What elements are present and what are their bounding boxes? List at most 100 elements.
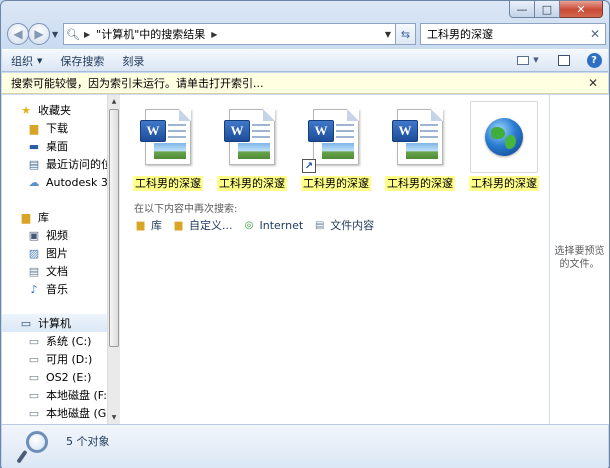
recent-pages-chevron-icon[interactable]: ▼ bbox=[52, 30, 58, 39]
help-button[interactable]: ? bbox=[586, 52, 602, 68]
search-again-internet[interactable]: ◎ Internet bbox=[243, 219, 304, 232]
address-dropdown-icon[interactable]: ▼ bbox=[385, 30, 391, 39]
sidebar-item-favorites[interactable]: ★ 收藏夹 bbox=[19, 101, 71, 119]
file-thumbnail: W bbox=[386, 101, 454, 173]
preview-placeholder-line: 选择要预览 bbox=[554, 246, 605, 257]
forward-button[interactable]: ▶ bbox=[28, 23, 50, 45]
view-controls: ▼ ? bbox=[514, 52, 602, 68]
search-input[interactable]: 工科男的深邃 ✕ bbox=[420, 23, 606, 45]
file-item[interactable]: W 工科男的深邃 bbox=[214, 101, 290, 193]
search-again-label-text: 自定义... bbox=[189, 219, 233, 232]
sidebar-item-label: 收藏夹 bbox=[38, 104, 71, 117]
sidebar-item-drive-d[interactable]: ▭ 可用 (D:) bbox=[27, 350, 92, 368]
save-search-button[interactable]: 保存搜索 bbox=[51, 53, 113, 69]
search-results-icon: 🔍︎ bbox=[66, 27, 80, 41]
sidebar-item-desktop[interactable]: ▬ 桌面 bbox=[27, 137, 68, 155]
file-thumbnail bbox=[470, 101, 538, 173]
star-icon: ★ bbox=[21, 103, 31, 117]
burn-button[interactable]: 刻录 bbox=[113, 53, 153, 69]
close-icon[interactable]: ✕ bbox=[588, 76, 598, 90]
sidebar-item-computer[interactable]: ▭ 计算机 bbox=[2, 314, 108, 332]
sidebar-item-label: 计算机 bbox=[38, 317, 71, 330]
search-again-file-contents[interactable]: ▤ 文件内容 bbox=[313, 217, 374, 233]
word-document-icon: W bbox=[392, 109, 443, 165]
sidebar-item-documents[interactable]: ▤ 文档 bbox=[27, 262, 68, 280]
index-info-bar[interactable]: 搜索可能较慢，因为索引未运行。请单击打开索引... ✕ bbox=[2, 73, 608, 94]
details-pane: 5 个对象 bbox=[2, 424, 608, 468]
file-name: 工科男的深邃 bbox=[469, 176, 539, 191]
search-again-libraries[interactable]: ▆ 库 bbox=[134, 217, 162, 233]
sidebar-item-recent[interactable]: ▤ 最近访问的位置 bbox=[27, 155, 108, 173]
breadcrumb[interactable]: "计算机"中的搜索结果 bbox=[96, 26, 205, 42]
library-icon: ▆ bbox=[136, 219, 145, 231]
sidebar-item-music[interactable]: ♪ 音乐 bbox=[27, 280, 68, 298]
breadcrumb-separator-icon[interactable]: ▶ bbox=[84, 30, 90, 39]
computer-icon: ▭ bbox=[20, 316, 32, 330]
explorer-window: — □ ✕ ◀ ▶ ▼ 🔍︎ ▶ "计算机"中的搜索结果 ▶ ▼ ⇆ 工科男的深… bbox=[0, 0, 610, 468]
sidebar-item-libraries[interactable]: ▆ 库 bbox=[19, 208, 49, 226]
scroll-up-icon[interactable]: ▲ bbox=[108, 95, 120, 108]
file-name: 工科男的深邃 bbox=[217, 176, 287, 191]
custom-folder-icon: ▆ bbox=[174, 219, 183, 231]
sidebar-item-label: 图片 bbox=[46, 247, 68, 260]
sidebar-item-downloads[interactable]: ▆ 下载 bbox=[27, 119, 68, 137]
sidebar-item-videos[interactable]: ▣ 视频 bbox=[27, 226, 68, 244]
sidebar-item-label: 最近访问的位置 bbox=[46, 158, 108, 171]
maximize-button[interactable]: □ bbox=[535, 1, 560, 18]
clear-search-icon[interactable]: ✕ bbox=[590, 27, 600, 41]
back-button[interactable]: ◀ bbox=[7, 23, 29, 45]
drive-icon: ▭ bbox=[28, 334, 40, 348]
video-icon: ▣ bbox=[28, 228, 40, 242]
sidebar-item-label: 文档 bbox=[46, 265, 68, 278]
organize-button[interactable]: 组织 ▼ bbox=[2, 53, 51, 69]
navigation-pane: ★ 收藏夹 ▆ 下载 ▬ 桌面 ▤ 最近访问的位置 ☁ Autodesk 360… bbox=[2, 95, 108, 424]
navigation-bar: ◀ ▶ ▼ 🔍︎ ▶ "计算机"中的搜索结果 ▶ ▼ ⇆ 工科男的深邃 ✕ bbox=[5, 22, 606, 46]
views-icon bbox=[517, 55, 530, 65]
chevron-down-icon: ▼ bbox=[37, 56, 43, 65]
chevron-down-icon: ▼ bbox=[533, 56, 539, 64]
preview-pane-button[interactable] bbox=[556, 52, 572, 68]
music-icon: ♪ bbox=[30, 282, 38, 296]
file-name: 工科男的深邃 bbox=[301, 176, 371, 191]
scrollbar-thumb[interactable] bbox=[109, 109, 119, 347]
search-again-custom[interactable]: ▆ 自定义... bbox=[172, 217, 233, 233]
address-bar[interactable]: 🔍︎ ▶ "计算机"中的搜索结果 ▶ ▼ bbox=[63, 23, 396, 45]
file-item[interactable]: W 工科男的深邃 bbox=[130, 101, 206, 193]
breadcrumb-separator-icon[interactable]: ▶ bbox=[211, 30, 217, 39]
search-again-label-text: Internet bbox=[259, 218, 304, 232]
navigation-scrollbar[interactable]: ▲ ▼ bbox=[107, 95, 120, 424]
caption-buttons: — □ ✕ bbox=[509, 1, 603, 18]
sidebar-item-pictures[interactable]: ▨ 图片 bbox=[27, 244, 68, 262]
sidebar-item-autodesk[interactable]: ☁ Autodesk 360 bbox=[27, 173, 109, 191]
search-results-pane: W 工科男的深邃 W 工科男的深邃 W ↗ 工科男的深邃 W 工科男的深邃 工科… bbox=[120, 95, 549, 424]
close-button[interactable]: ✕ bbox=[560, 1, 603, 18]
sidebar-item-drive-c[interactable]: ▭ 系统 (C:) bbox=[27, 332, 92, 350]
file-item[interactable]: W 工科男的深邃 bbox=[382, 101, 458, 193]
desktop-icon: ▬ bbox=[28, 139, 40, 153]
preview-pane-icon bbox=[558, 54, 570, 66]
sidebar-item-label: 视频 bbox=[46, 229, 68, 242]
sidebar-item-drive-f[interactable]: ▭ 本地磁盘 (F:) bbox=[27, 386, 108, 404]
search-again-label-text: 文件内容 bbox=[330, 219, 375, 232]
file-content-icon: ▤ bbox=[314, 219, 325, 231]
sidebar-item-drive-e[interactable]: ▭ OS2 (E:) bbox=[27, 368, 92, 386]
sidebar-item-label: 本地磁盘 (F:) bbox=[46, 389, 108, 402]
preview-placeholder-line: 的文件。 bbox=[559, 259, 600, 270]
minimize-button[interactable]: — bbox=[509, 1, 535, 18]
info-bar-message: 搜索可能较慢，因为索引未运行。请单击打开索引... bbox=[11, 77, 264, 90]
recent-places-icon: ▤ bbox=[28, 157, 40, 171]
scroll-down-icon[interactable]: ▼ bbox=[108, 411, 120, 424]
documents-icon: ▤ bbox=[28, 264, 40, 278]
drive-icon: ▭ bbox=[28, 406, 40, 420]
refresh-button[interactable]: ⇆ bbox=[396, 23, 416, 45]
file-item[interactable]: 工科男的深邃 bbox=[466, 101, 542, 193]
file-item[interactable]: W ↗ 工科男的深邃 bbox=[298, 101, 374, 193]
file-name: 工科男的深邃 bbox=[385, 176, 455, 191]
sidebar-item-label: 桌面 bbox=[46, 140, 68, 153]
organize-label: 组织 bbox=[11, 54, 33, 68]
globe-icon bbox=[485, 118, 523, 156]
library-icon: ▆ bbox=[21, 210, 31, 224]
sidebar-item-label: 系统 (C:) bbox=[46, 335, 92, 348]
change-view-button[interactable]: ▼ bbox=[514, 52, 542, 68]
sidebar-item-drive-g[interactable]: ▭ 本地磁盘 (G:) bbox=[27, 404, 108, 422]
